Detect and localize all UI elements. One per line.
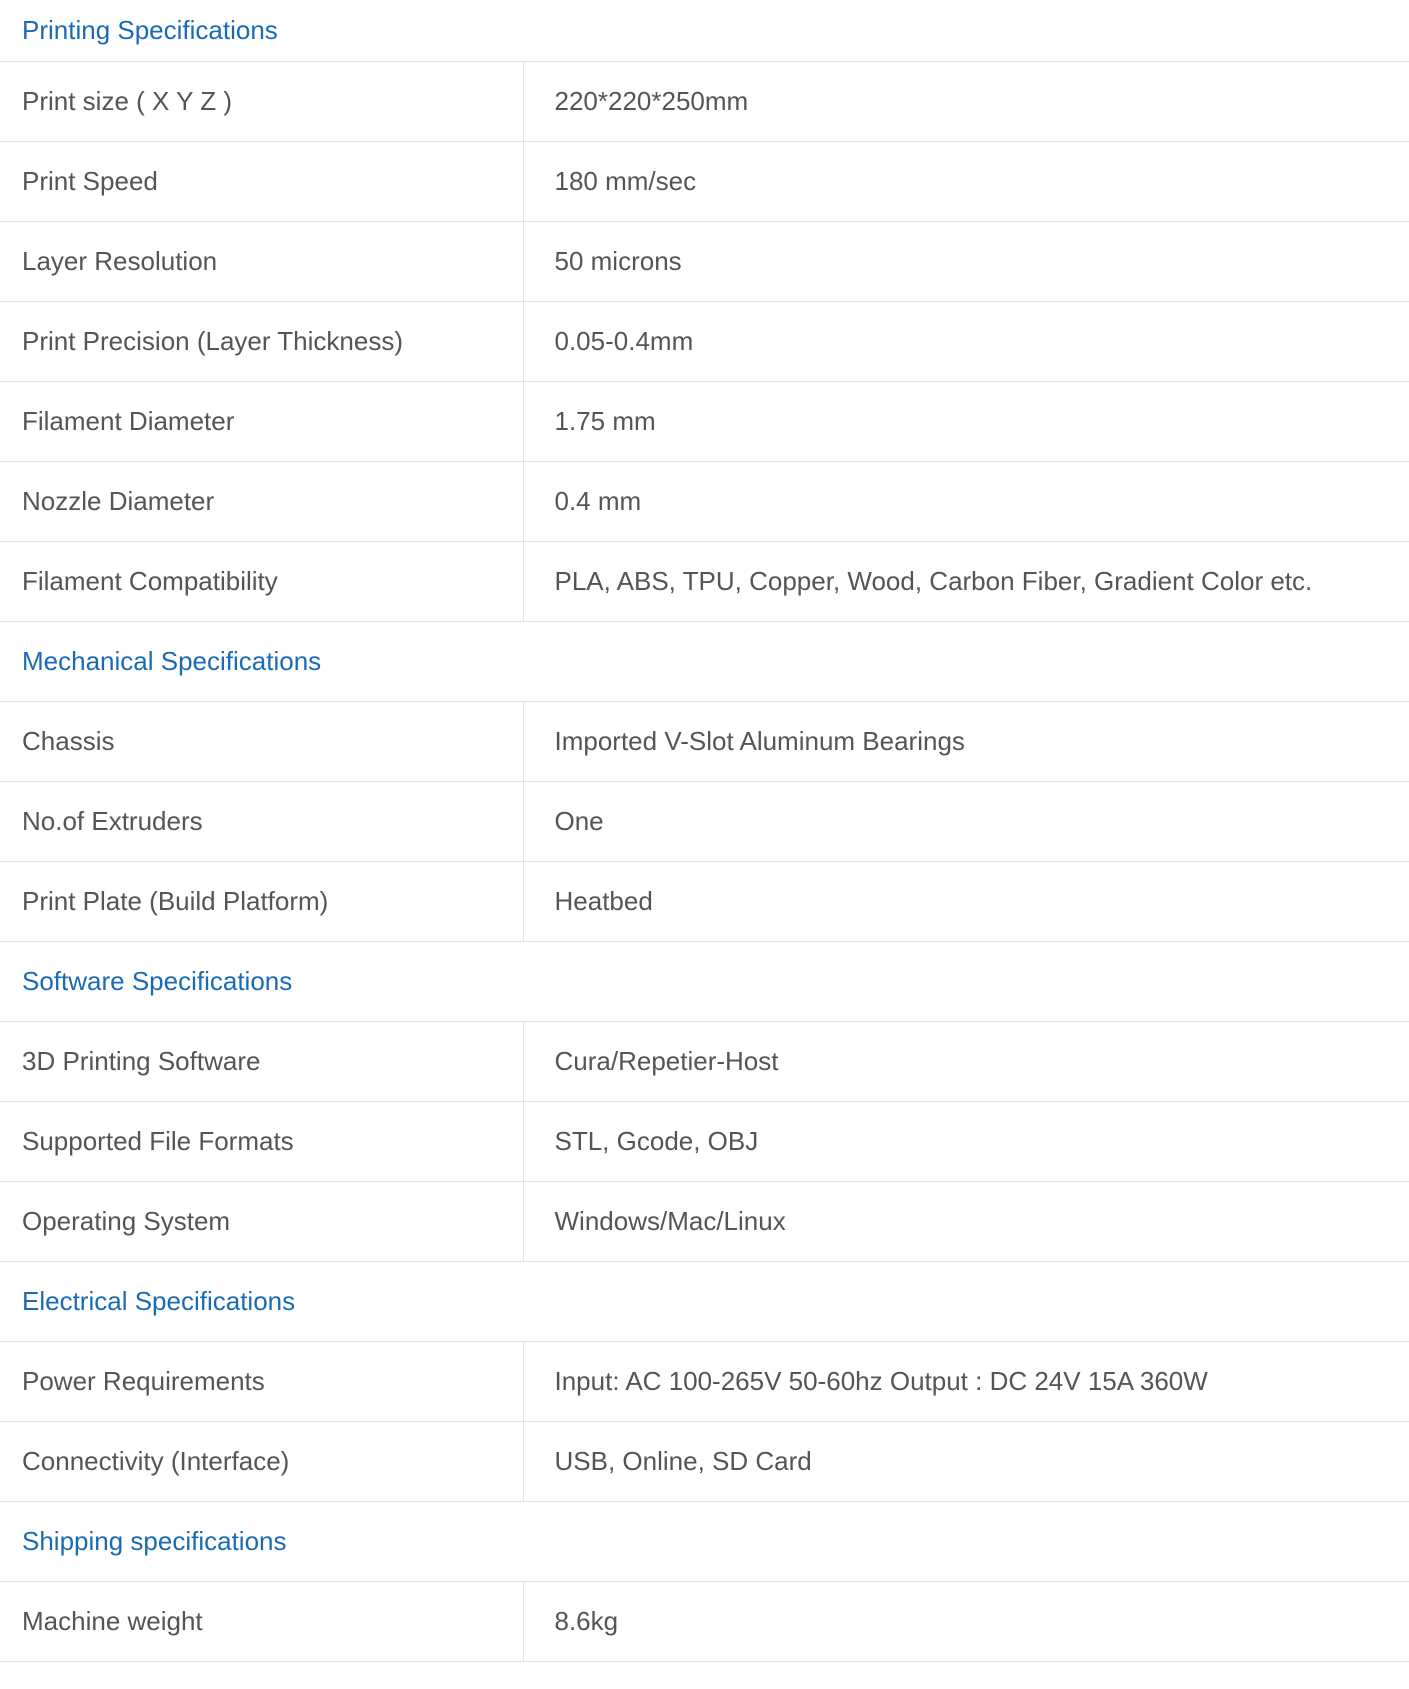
spec-label: Supported File Formats: [0, 1101, 524, 1182]
spec-label: Print Plate (Build Platform): [0, 861, 524, 942]
spec-row: Print Precision (Layer Thickness) 0.05-0…: [0, 301, 1409, 382]
section-heading-electrical: Electrical Specifications: [0, 1261, 1409, 1342]
spec-value: 8.6kg: [523, 1581, 1409, 1662]
spec-value: 180 mm/sec: [523, 141, 1409, 222]
spec-row: Print Plate (Build Platform) Heatbed: [0, 861, 1409, 942]
section-heading-printing: Printing Specifications: [0, 0, 1409, 62]
spec-value: Imported V-Slot Aluminum Bearings: [523, 701, 1409, 782]
spec-row: Print Speed 180 mm/sec: [0, 141, 1409, 222]
section-heading-shipping: Shipping specifications: [0, 1501, 1409, 1582]
spec-row: Layer Resolution 50 microns: [0, 221, 1409, 302]
section-title: Shipping specifications: [0, 1501, 1409, 1582]
spec-value: Heatbed: [523, 861, 1409, 942]
spec-label: Power Requirements: [0, 1341, 524, 1422]
spec-label: Nozzle Diameter: [0, 461, 524, 542]
spec-label: Machine weight: [0, 1581, 524, 1662]
spec-row: Nozzle Diameter 0.4 mm: [0, 461, 1409, 542]
spec-value: Windows/Mac/Linux: [523, 1181, 1409, 1262]
spec-row: 3D Printing Software Cura/Repetier-Host: [0, 1021, 1409, 1102]
spec-value: USB, Online, SD Card: [523, 1421, 1409, 1502]
spec-label: Filament Compatibility: [0, 541, 524, 622]
spec-value: Cura/Repetier-Host: [523, 1021, 1409, 1102]
section-title: Mechanical Specifications: [0, 621, 1409, 702]
spec-row: Print size ( X Y Z ) 220*220*250mm: [0, 61, 1409, 142]
spec-value: 220*220*250mm: [523, 61, 1409, 142]
spec-label: Layer Resolution: [0, 221, 524, 302]
spec-row: Connectivity (Interface) USB, Online, SD…: [0, 1421, 1409, 1502]
spec-row: Supported File Formats STL, Gcode, OBJ: [0, 1101, 1409, 1182]
section-heading-mechanical: Mechanical Specifications: [0, 621, 1409, 702]
section-title: Software Specifications: [0, 941, 1409, 1022]
spec-value: PLA, ABS, TPU, Copper, Wood, Carbon Fibe…: [523, 541, 1409, 622]
spec-value: 50 microns: [523, 221, 1409, 302]
spec-value: STL, Gcode, OBJ: [523, 1101, 1409, 1182]
spec-label: Chassis: [0, 701, 524, 782]
spec-row: No.of Extruders One: [0, 781, 1409, 862]
spec-value: Input: AC 100-265V 50-60hz Output : DC 2…: [523, 1341, 1409, 1422]
spec-label: 3D Printing Software: [0, 1021, 524, 1102]
spec-label: Print Speed: [0, 141, 524, 222]
spec-row: Power Requirements Input: AC 100-265V 50…: [0, 1341, 1409, 1422]
spec-value: 0.05-0.4mm: [523, 301, 1409, 382]
section-title: Printing Specifications: [0, 0, 1409, 62]
spec-label: Filament Diameter: [0, 381, 524, 462]
spec-label: Print size ( X Y Z ): [0, 61, 524, 142]
section-heading-software: Software Specifications: [0, 941, 1409, 1022]
spec-label: Connectivity (Interface): [0, 1421, 524, 1502]
section-title: Electrical Specifications: [0, 1261, 1409, 1342]
spec-label: Operating System: [0, 1181, 524, 1262]
spec-label: Print Precision (Layer Thickness): [0, 301, 524, 382]
spec-value: One: [523, 781, 1409, 862]
spec-value: 1.75 mm: [523, 381, 1409, 462]
spec-row: Filament Compatibility PLA, ABS, TPU, Co…: [0, 541, 1409, 622]
spec-table: Printing Specifications Print size ( X Y…: [0, 0, 1409, 1662]
spec-row: Chassis Imported V-Slot Aluminum Bearing…: [0, 701, 1409, 782]
spec-label: No.of Extruders: [0, 781, 524, 862]
spec-row: Machine weight 8.6kg: [0, 1581, 1409, 1662]
spec-row: Filament Diameter 1.75 mm: [0, 381, 1409, 462]
spec-value: 0.4 mm: [523, 461, 1409, 542]
spec-row: Operating System Windows/Mac/Linux: [0, 1181, 1409, 1262]
